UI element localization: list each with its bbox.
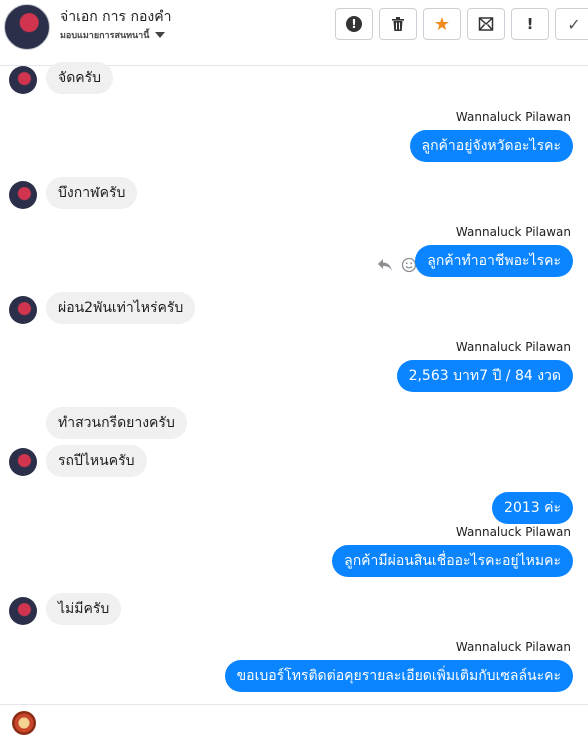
assign-conversation-dropdown[interactable]: มอบแมายการสนทนานี้ (60, 28, 166, 42)
contact-avatar[interactable] (4, 4, 50, 50)
outgoing-message[interactable]: ลูกค้าทำอาชีพอะไรคะ (415, 245, 573, 277)
contact-avatar-small (9, 597, 37, 625)
check-icon: ✓ (567, 14, 581, 34)
trash-icon (392, 17, 404, 31)
message-actions (377, 257, 417, 273)
conversation-toolbar: ! ★ ! ✓ (335, 8, 588, 40)
exclamation-icon: ! (526, 15, 534, 33)
incoming-message[interactable]: รถปีไหนครับ (46, 445, 147, 477)
delete-button[interactable] (379, 8, 417, 40)
assign-conversation-label: มอบแมายการสนทนานี้ (60, 31, 150, 41)
page-profile-icon (12, 711, 36, 735)
incoming-message[interactable]: ทำสวนกรีดยางครับ (46, 407, 187, 439)
conversation-header: จ่าเอก การ กองคำ มอบแมายการสนทนานี้ ! ★ (0, 0, 588, 66)
contact-avatar-small (9, 448, 37, 476)
report-button[interactable]: ! (335, 8, 373, 40)
incoming-message[interactable]: จัดครับ (46, 62, 114, 94)
incoming-message[interactable]: ไม่มีครับ (46, 593, 122, 625)
reply-icon[interactable] (377, 258, 393, 272)
incoming-message[interactable]: ผ่อน2พันเท่าไหร่ครับ (46, 292, 196, 324)
caret-down-icon (155, 32, 166, 38)
exclamation-circle-icon: ! (346, 16, 362, 32)
contact-avatar-small (9, 296, 37, 324)
mark-unread-button[interactable] (467, 8, 505, 40)
sender-name: Wannaluck Pilawan (455, 340, 571, 354)
contact-avatar-small (9, 66, 37, 94)
envelope-icon (478, 17, 494, 31)
outgoing-message[interactable]: ขอเบอร์โทรติดต่อคุยรายละเอียดเพิ่มเติมกั… (224, 660, 573, 692)
sender-name: Wannaluck Pilawan (455, 640, 571, 654)
contact-name[interactable]: จ่าเอก การ กองคำ (60, 6, 171, 28)
sender-name: Wannaluck Pilawan (455, 225, 571, 239)
sender-name: Wannaluck Pilawan (455, 525, 571, 539)
star-button[interactable]: ★ (423, 8, 461, 40)
message-composer[interactable] (0, 704, 588, 735)
outgoing-message[interactable]: 2,563 บาท7 ปี / 84 งวด (396, 360, 573, 392)
important-button[interactable]: ! (511, 8, 549, 40)
sender-name: Wannaluck Pilawan (455, 110, 571, 124)
outgoing-message[interactable]: 2013 ค่ะ (492, 492, 573, 524)
outgoing-message[interactable]: ลูกค้าอยู่จังหวัดอะไรคะ (409, 130, 573, 162)
incoming-message[interactable]: บึงกาฬครับ (46, 177, 138, 209)
contact-avatar-small (9, 181, 37, 209)
outgoing-message[interactable]: ลูกค้ามีผ่อนสินเชื่ออะไรคะอยู่ไหมคะ (332, 545, 573, 577)
star-icon: ★ (433, 13, 451, 35)
done-button[interactable]: ✓ (555, 8, 588, 40)
